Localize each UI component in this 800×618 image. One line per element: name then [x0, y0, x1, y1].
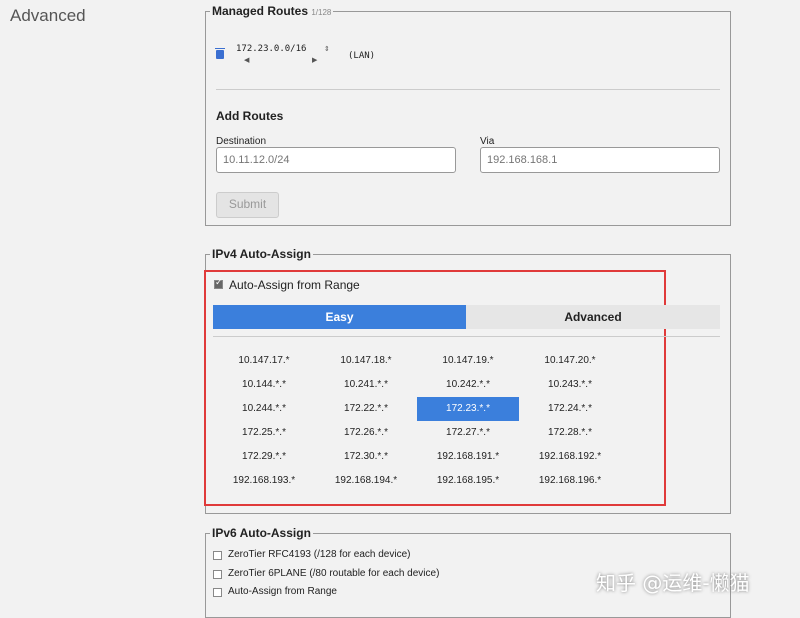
range-option[interactable]: 192.168.192.* — [519, 445, 621, 469]
route-via: (LAN) — [348, 51, 376, 61]
ipv6-range-checkbox[interactable] — [213, 588, 222, 597]
trash-icon[interactable] — [215, 48, 225, 59]
tab-advanced[interactable]: Advanced — [466, 305, 720, 329]
watermark: 知乎 @运维-懒猫 — [596, 571, 750, 595]
range-option[interactable]: 192.168.193.* — [213, 469, 315, 493]
destination-input[interactable] — [216, 147, 456, 173]
auto-assign-checkbox[interactable] — [214, 277, 223, 289]
rfc4193-checkbox[interactable] — [213, 551, 222, 560]
ipv6-legend: IPv6 Auto-Assign — [212, 526, 311, 540]
mode-tabs: Easy Advanced — [213, 305, 720, 329]
range-option[interactable]: 172.28.*.* — [519, 421, 621, 445]
range-option[interactable]: 172.29.*.* — [213, 445, 315, 469]
range-option[interactable]: 10.244.*.* — [213, 397, 315, 421]
route-count: 1/128 — [311, 8, 332, 17]
route-destination: 172.23.0.0/16 — [236, 44, 307, 54]
range-option[interactable]: 172.27.*.* — [417, 421, 519, 445]
range-option[interactable]: 192.168.195.* — [417, 469, 519, 493]
managed-routes-panel: Managed Routes 1/128 172.23.0.0/16 ⇕ (LA… — [205, 4, 731, 226]
range-option[interactable]: 10.147.17.* — [213, 349, 315, 373]
arrow-left-icon[interactable]: ◀ — [244, 57, 249, 64]
range-option[interactable]: 10.147.20.* — [519, 349, 621, 373]
range-option[interactable]: 10.147.19.* — [417, 349, 519, 373]
range-option[interactable]: 192.168.196.* — [519, 469, 621, 493]
destination-label: Destination — [216, 136, 267, 147]
range-option[interactable]: 192.168.194.* — [315, 469, 417, 493]
range-option[interactable]: 172.25.*.* — [213, 421, 315, 445]
auto-assign-label: Auto-Assign from Range — [229, 278, 360, 292]
range-option[interactable]: 172.30.*.* — [315, 445, 417, 469]
range-option[interactable]: 172.23.*.* — [417, 397, 519, 421]
add-routes-title: Add Routes — [216, 109, 284, 123]
range-option[interactable]: 192.168.191.* — [417, 445, 519, 469]
tab-easy[interactable]: Easy — [213, 305, 466, 329]
sixplane-label: ZeroTier 6PLANE (/80 routable for each d… — [228, 568, 440, 579]
via-label: Via — [480, 136, 495, 147]
section-title: Advanced — [10, 6, 86, 25]
submit-button[interactable]: Submit — [216, 192, 279, 218]
range-option[interactable]: 10.144.*.* — [213, 373, 315, 397]
arrow-right-icon[interactable]: ▶ — [312, 56, 317, 64]
managed-routes-legend: Managed Routes 1/128 — [212, 4, 332, 18]
rfc4193-label: ZeroTier RFC4193 (/128 for each device) — [228, 549, 411, 560]
range-option[interactable]: 10.243.*.* — [519, 373, 621, 397]
divider — [213, 336, 720, 337]
range-option[interactable]: 172.24.*.* — [519, 397, 621, 421]
route-scroll[interactable]: ◀ ▶ — [244, 56, 324, 64]
range-option[interactable]: 10.147.18.* — [315, 349, 417, 373]
range-option[interactable]: 10.241.*.* — [315, 373, 417, 397]
ipv4-legend: IPv4 Auto-Assign — [212, 247, 311, 261]
range-option[interactable]: 10.242.*.* — [417, 373, 519, 397]
ipv6-range-label: Auto-Assign from Range — [228, 586, 337, 597]
range-option[interactable]: 172.22.*.* — [315, 397, 417, 421]
sixplane-checkbox[interactable] — [213, 570, 222, 579]
range-option[interactable]: 172.26.*.* — [315, 421, 417, 445]
divider — [216, 89, 720, 90]
via-input[interactable] — [480, 147, 720, 173]
stepper-icon[interactable]: ⇕ — [324, 45, 330, 53]
